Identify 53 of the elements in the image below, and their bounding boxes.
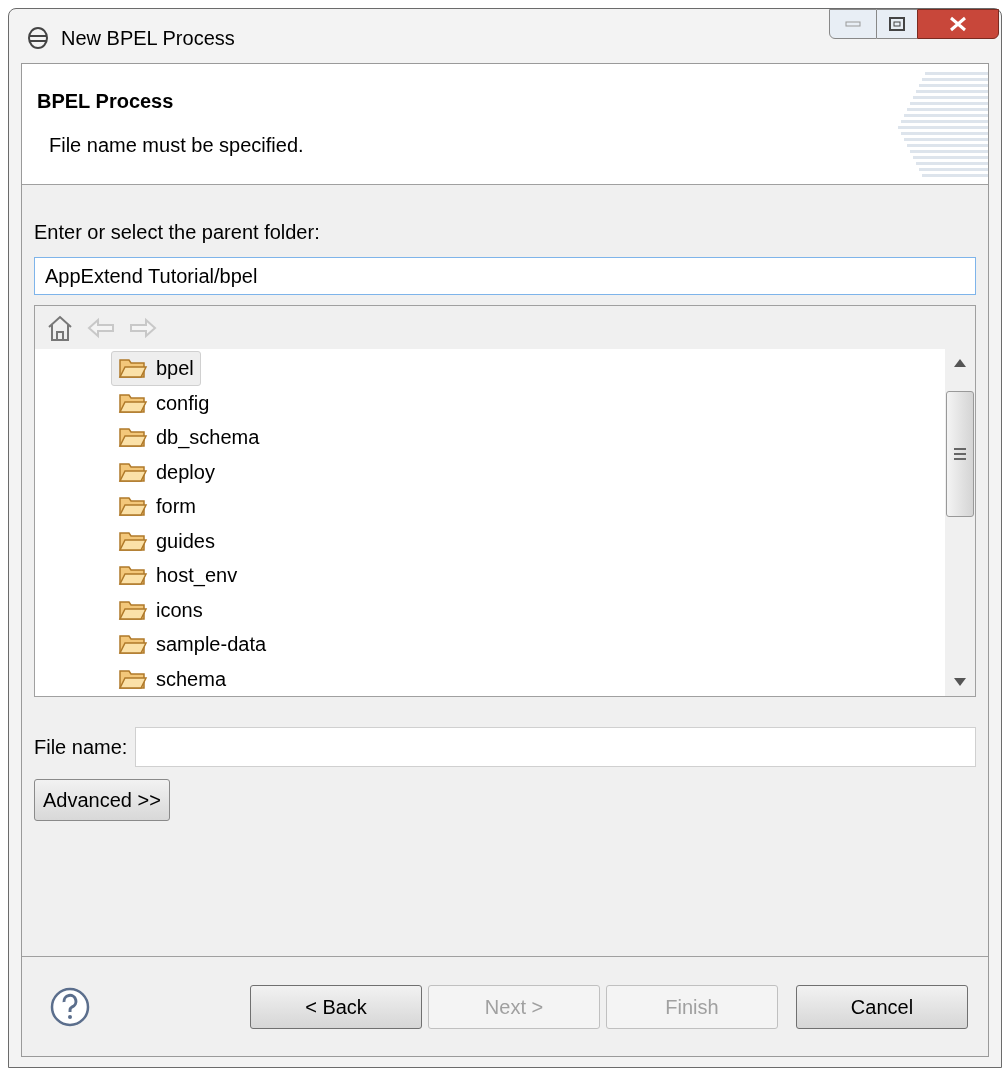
folder-icon [118, 667, 148, 690]
folder-item[interactable]: sample-data [111, 627, 274, 662]
close-button[interactable] [917, 9, 999, 39]
wizard-button[interactable]: Cancel [796, 984, 968, 1029]
scroll-up-icon[interactable] [954, 359, 966, 367]
folder-item[interactable]: host_env [111, 558, 245, 593]
folder-name: guides [156, 528, 215, 554]
folder-name: icons [156, 597, 203, 623]
maximize-icon [889, 17, 905, 31]
scrollbar-thumb[interactable] [946, 391, 974, 517]
help-icon[interactable] [50, 986, 90, 1027]
folder-icon [118, 495, 148, 518]
status-message: File name must be specified. [49, 133, 305, 158]
scroll-down-icon[interactable] [954, 678, 966, 686]
folder-name: schema [156, 666, 227, 692]
wizard-button[interactable]: < Back [250, 984, 422, 1029]
folder-icon [118, 460, 148, 483]
folder-item[interactable]: bpel [111, 351, 201, 386]
folder-name: host_env [156, 563, 238, 589]
folder-icon [118, 426, 148, 449]
folder-icon [118, 564, 148, 587]
folder-item[interactable]: db_schema [111, 420, 267, 455]
folder-item[interactable]: form [111, 489, 203, 524]
scrollbar[interactable] [945, 349, 975, 696]
folder-icon [118, 391, 148, 414]
folder-icon [118, 529, 148, 552]
grip-icon [954, 447, 966, 461]
page-title: BPEL Process [37, 89, 175, 114]
home-icon[interactable] [47, 313, 73, 342]
minimize-icon [845, 21, 861, 27]
folder-item[interactable]: icons [111, 592, 210, 627]
folder-item[interactable]: deploy [111, 454, 222, 489]
folder-name: form [156, 494, 196, 520]
folder-icon [118, 598, 148, 621]
folder-name: deploy [156, 459, 215, 485]
close-icon [949, 16, 967, 32]
app-icon [27, 26, 49, 50]
advanced-button[interactable]: Advanced >> [34, 779, 170, 821]
folder-item[interactable]: config [111, 385, 217, 420]
folder-icon [118, 357, 148, 380]
folder-name: sample-data [156, 632, 267, 658]
folder-name: config [156, 390, 210, 416]
file-name-field[interactable] [135, 727, 976, 767]
folder-item[interactable]: guides [111, 523, 222, 558]
window-title: New BPEL Process [61, 26, 235, 51]
folder-icon [118, 633, 148, 656]
folder-item[interactable]: schema [111, 661, 234, 696]
folder-field[interactable]: AppExtend Tutorial/bpel [34, 257, 976, 295]
maximize-button[interactable] [877, 9, 917, 39]
file-name-label: File name: [34, 735, 128, 760]
folder-label: Enter or select the parent folder: [34, 220, 321, 245]
folder-name: db_schema [156, 425, 260, 451]
folder-name: bpel [156, 356, 194, 382]
